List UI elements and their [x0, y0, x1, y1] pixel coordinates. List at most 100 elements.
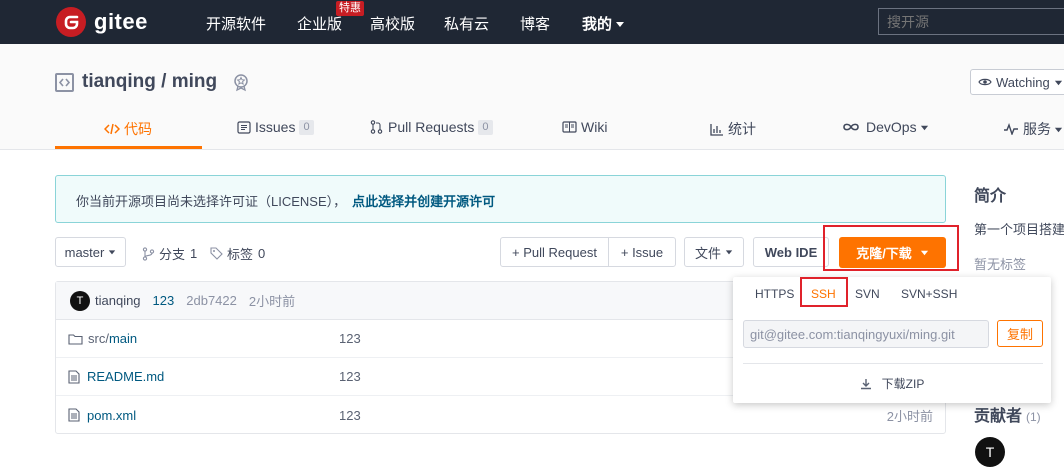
repo-name-link[interactable]: ming [172, 71, 217, 93]
folder-prefix: src/ [88, 331, 109, 346]
repo-owner-link[interactable]: tianqing [82, 71, 156, 93]
sidebar-intro-title: 简介 [974, 188, 1007, 205]
license-notice: 你当前开源项目尚未选择许可证（LICENSE）， 点此选择并创建开源许可 [55, 175, 946, 223]
book-icon [562, 121, 577, 133]
branches-label: 分支 [159, 247, 186, 262]
branches-link[interactable]: 分支 1 [142, 244, 197, 263]
watching-button[interactable]: Watching [970, 69, 1064, 95]
commit-author[interactable]: tianqing [95, 293, 141, 308]
contributors-count: (1) [1026, 410, 1041, 424]
repo-title: tianqing / ming [55, 71, 251, 93]
active-tab-indicator [55, 146, 202, 149]
tab-wiki[interactable]: Wiki [562, 119, 607, 135]
download-zip-link[interactable]: 下载ZIP [733, 375, 1051, 392]
tab-pull-requests-label: Pull Requests [388, 119, 475, 135]
new-issue-button[interactable]: + Issue [608, 237, 676, 267]
repo-separator: / [155, 71, 172, 92]
tab-pull-requests[interactable]: Pull Requests 0 [370, 119, 493, 135]
file-commit-message[interactable]: 123 [339, 331, 361, 346]
tags-count: 0 [258, 246, 266, 261]
search-input[interactable] [878, 8, 1064, 35]
license-notice-text: 你当前开源项目尚未选择许可证（LICENSE）， [76, 194, 347, 209]
tab-services-label: 服务 [1023, 121, 1051, 137]
nav-private-cloud[interactable]: 私有云 [444, 13, 489, 34]
nav-university[interactable]: 高校版 [370, 13, 415, 34]
protocol-svn-ssh-tab[interactable]: SVN+SSH [901, 287, 957, 301]
protocol-https-tab[interactable]: HTTPS [755, 287, 794, 301]
tab-issues[interactable]: Issues 0 [237, 119, 314, 135]
new-pull-request-button[interactable]: + Pull Request [500, 237, 609, 267]
contributors-label: 贡献者 [974, 408, 1023, 425]
sidebar-contributors-title: 贡献者 (1) [974, 402, 1041, 426]
sidebar-tags-text: 暂无标签 [974, 257, 1027, 272]
recommend-badge-icon [234, 74, 248, 92]
create-license-link[interactable]: 点此选择并创建开源许可 [352, 194, 495, 209]
download-zip-label: 下载ZIP [881, 377, 925, 391]
download-icon [860, 378, 871, 389]
web-ide-button[interactable]: Web IDE [753, 237, 829, 267]
nav-blog[interactable]: 博客 [520, 13, 550, 34]
tab-stats[interactable]: 统计 [710, 119, 756, 139]
tab-stats-label: 统计 [728, 121, 756, 137]
branch-select-label: master [64, 244, 105, 260]
tab-code[interactable]: 代码 [104, 119, 152, 139]
copy-url-button[interactable]: 复制 [997, 320, 1043, 347]
top-navbar: gitee 开源软件 企业版 特惠 高校版 私有云 博客 我的 [0, 0, 1064, 44]
clone-dropdown: HTTPS SSH SVN SVN+SSH 复制 下载ZIP [733, 277, 1051, 403]
author-avatar[interactable]: T [70, 290, 90, 311]
commit-hash[interactable]: 2db7422 [186, 293, 237, 308]
caret-down-icon [109, 250, 116, 255]
file-name: pom.xml [87, 407, 137, 423]
caret-down-icon [725, 250, 733, 255]
file-name-link[interactable]: README.md [68, 369, 164, 384]
eye-icon [978, 78, 992, 86]
file-name: README.md [87, 369, 165, 384]
caret-down-icon [920, 125, 928, 130]
tags-link[interactable]: 标签 0 [210, 244, 265, 263]
file-menu-button[interactable]: 文件 [684, 237, 744, 267]
nav-mine-menu[interactable]: 我的 [582, 13, 625, 34]
branch-select[interactable]: master [55, 237, 126, 267]
gitee-logo-icon [56, 7, 86, 37]
file-name: main [108, 331, 138, 346]
clone-button-highlight [823, 225, 959, 271]
contributor-avatar[interactable]: T [975, 437, 1005, 467]
caret-down-icon [616, 21, 625, 27]
file-commit-time: 2小时前 [886, 408, 933, 424]
tab-pull-requests-count: 0 [478, 119, 493, 135]
tab-issues-count: 0 [299, 119, 314, 135]
file-icon [68, 408, 80, 422]
tab-services[interactable]: 服务 [1003, 119, 1063, 139]
clone-url-input[interactable] [743, 320, 989, 348]
branches-count: 1 [190, 246, 198, 261]
tab-issues-label: Issues [255, 119, 296, 135]
branch-icon [142, 246, 155, 261]
file-commit-message[interactable]: 123 [339, 408, 361, 423]
tab-devops-label: DevOps [866, 119, 917, 135]
folder-icon [68, 333, 83, 345]
sidebar-intro-text: 第一个项目搭建 [974, 222, 1064, 237]
infinity-icon [843, 123, 859, 131]
code-icon [104, 123, 120, 135]
logo-text: gitee [94, 9, 148, 34]
nav-mine-label: 我的 [582, 16, 613, 33]
file-name-link[interactable]: pom.xml [68, 408, 136, 423]
commit-message[interactable]: 123 [153, 293, 175, 308]
file-commit-message[interactable]: 123 [339, 369, 361, 384]
tag-icon [210, 247, 223, 260]
tab-devops[interactable]: DevOps [842, 119, 929, 135]
tags-label: 标签 [227, 247, 254, 262]
gitee-logo[interactable]: gitee [56, 7, 148, 37]
dropdown-divider [743, 363, 1043, 364]
watching-label: Watching [996, 74, 1050, 90]
commit-time: 2小时前 [248, 294, 296, 309]
file-name-link[interactable]: src/main [68, 331, 137, 346]
caret-down-icon [1054, 80, 1062, 85]
nav-enterprise[interactable]: 企业版 [297, 13, 342, 34]
tab-wiki-label: Wiki [581, 119, 608, 135]
nav-open-source[interactable]: 开源软件 [206, 13, 266, 34]
caret-down-icon [1054, 127, 1063, 132]
bar-chart-icon [710, 123, 723, 136]
protocol-svn-tab[interactable]: SVN [855, 287, 880, 301]
pull-request-icon [370, 120, 383, 134]
